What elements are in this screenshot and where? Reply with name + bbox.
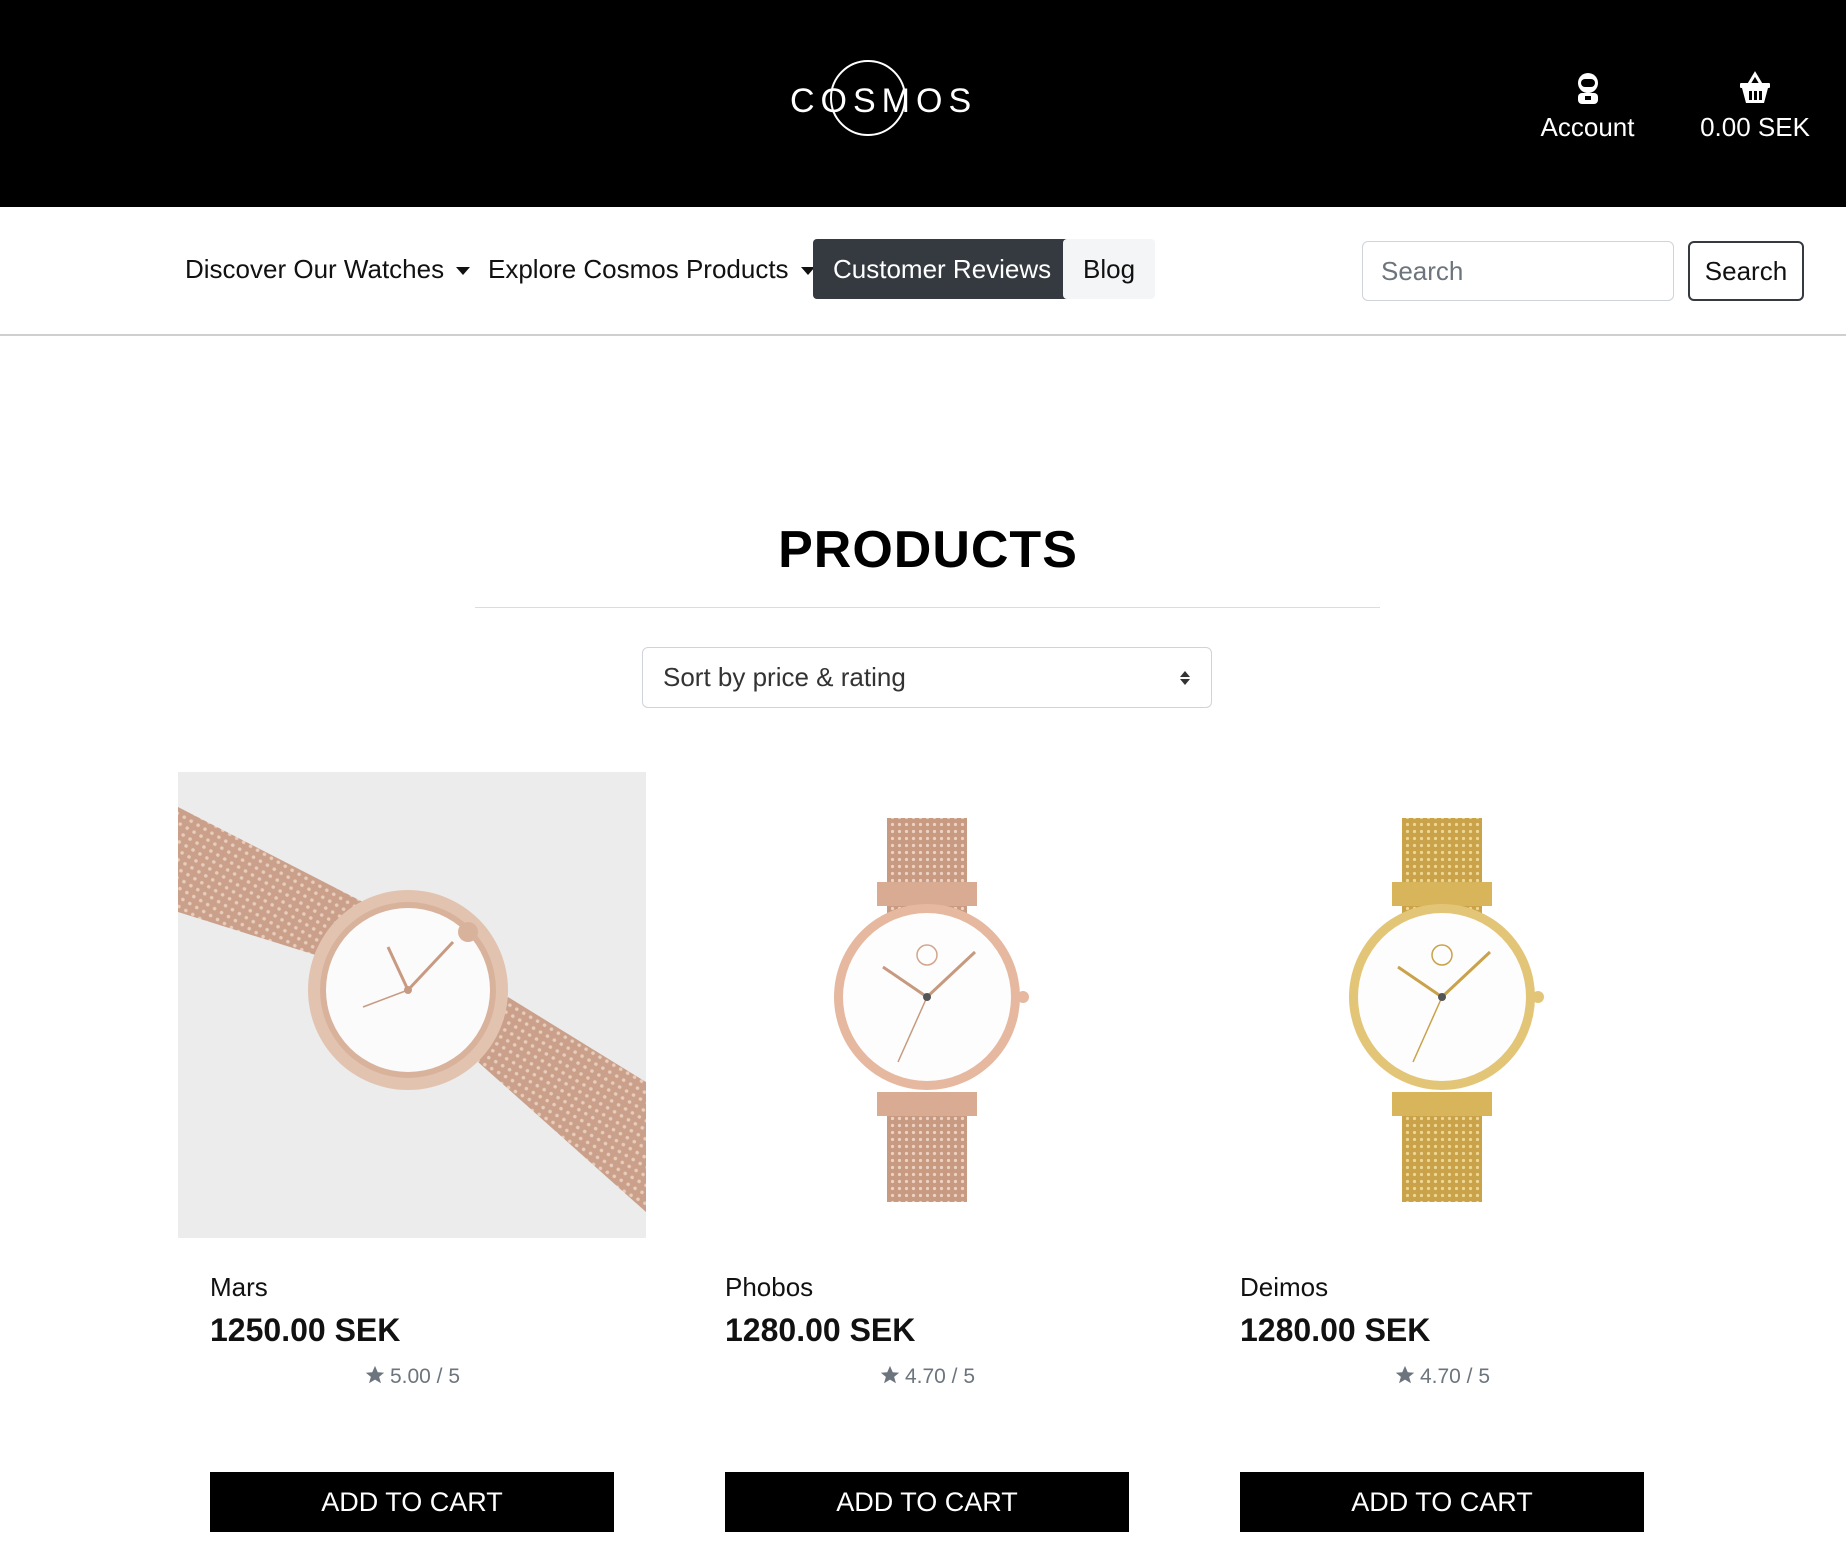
product-rating: 4.70 / 5	[1208, 1364, 1676, 1389]
product-image[interactable]	[178, 772, 646, 1238]
product-name[interactable]: Deimos	[1240, 1272, 1328, 1303]
top-header: COSMOS Account 0.00 SEK	[0, 0, 1846, 207]
star-icon	[880, 1365, 900, 1384]
sort-selected-value: Sort by price & rating	[663, 662, 906, 692]
nav-discover-label: Discover Our Watches	[185, 254, 445, 284]
star-icon	[365, 1365, 385, 1384]
product-rating: 5.00 / 5	[178, 1364, 646, 1389]
product-image[interactable]	[1208, 772, 1676, 1238]
watch-image	[178, 807, 646, 1212]
product-price: 1280.00 SEK	[725, 1312, 916, 1348]
logo-wordmark: COSMOS	[790, 82, 978, 120]
account-link[interactable]: Account	[1535, 70, 1640, 143]
star-icon	[1395, 1365, 1415, 1384]
product-image[interactable]	[693, 772, 1161, 1238]
page-title: PRODUCTS	[778, 521, 1078, 579]
nav-customer-reviews[interactable]: Customer Reviews	[813, 239, 1072, 299]
rating-value: 4.70 / 5	[904, 1365, 976, 1388]
product-card: Deimos 1280.00 SEK 4.70 / 5 ADD TO CART	[1208, 772, 1676, 1532]
title-divider	[475, 607, 1380, 608]
product-price: 1250.00 SEK	[210, 1312, 401, 1348]
basket-icon	[1740, 71, 1770, 103]
astronaut-icon	[1577, 73, 1598, 104]
search-button[interactable]: Search	[1688, 241, 1804, 301]
main-navbar: Discover Our Watches Explore Cosmos Prod…	[0, 207, 1846, 336]
product-rating: 4.70 / 5	[693, 1364, 1161, 1389]
nav-explore-products[interactable]: Explore Cosmos Products	[468, 239, 835, 299]
nav-discover-watches[interactable]: Discover Our Watches	[165, 239, 490, 299]
rating-value: 5.00 / 5	[389, 1365, 461, 1388]
sort-arrows-icon	[1180, 671, 1190, 685]
product-card: Mars 1250.00 SEK 5.00 / 5 ADD TO CART	[178, 772, 646, 1532]
search-input[interactable]	[1362, 241, 1674, 301]
add-to-cart-button[interactable]: ADD TO CART	[725, 1472, 1129, 1532]
product-price: 1280.00 SEK	[1240, 1312, 1431, 1348]
nav-blog[interactable]: Blog	[1063, 239, 1156, 299]
watch-image	[1349, 818, 1544, 1202]
rating-value: 4.70 / 5	[1419, 1365, 1491, 1388]
add-to-cart-button[interactable]: ADD TO CART	[1240, 1472, 1644, 1532]
product-name[interactable]: Mars	[210, 1272, 268, 1303]
account-label: Account	[1540, 112, 1635, 142]
cart-link[interactable]: 0.00 SEK	[1700, 70, 1810, 143]
sort-select[interactable]: Sort by price & rating	[642, 647, 1212, 708]
nav-explore-label: Explore Cosmos Products	[488, 254, 789, 284]
product-name[interactable]: Phobos	[725, 1272, 813, 1303]
add-to-cart-button[interactable]: ADD TO CART	[210, 1472, 614, 1532]
product-card: Phobos 1280.00 SEK 4.70 / 5 ADD TO CART	[693, 772, 1161, 1532]
cart-total: 0.00 SEK	[1700, 112, 1810, 142]
watch-image	[834, 818, 1029, 1202]
cosmos-logo[interactable]: COSMOS	[790, 58, 978, 142]
